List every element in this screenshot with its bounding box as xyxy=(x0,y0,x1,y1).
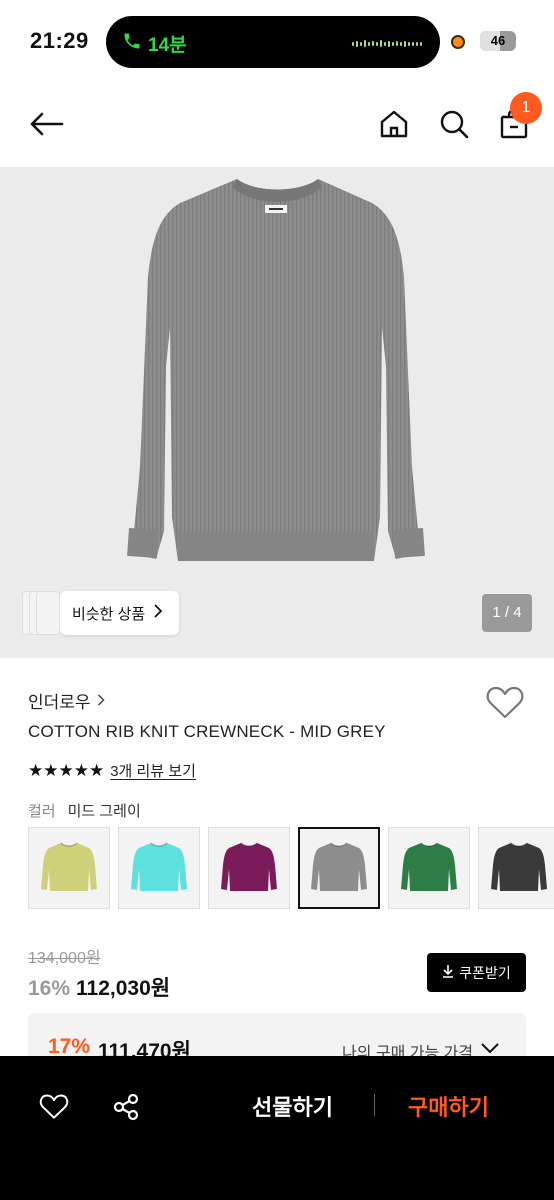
color-swatches xyxy=(28,827,554,909)
brand-link[interactable]: 인더로우 xyxy=(28,688,105,713)
recording-indicator-icon xyxy=(451,35,465,49)
share-icon xyxy=(112,1093,140,1126)
original-price: 134,000원 xyxy=(28,950,101,967)
color-swatch-green[interactable] xyxy=(388,827,470,909)
dynamic-island[interactable]: 14분 xyxy=(106,16,440,68)
heart-icon xyxy=(486,686,524,724)
color-swatch-aqua[interactable] xyxy=(118,827,200,909)
sweater-thumbnail xyxy=(41,842,97,891)
search-button[interactable] xyxy=(434,106,474,146)
sweater-thumbnail xyxy=(491,842,547,891)
product-title: COTTON RIB KNIT CREWNECK - MID GREY xyxy=(28,722,386,741)
color-value: 미드 그레이 xyxy=(67,803,141,820)
download-icon xyxy=(442,964,454,981)
image-pager: 1 / 4 xyxy=(482,594,532,632)
sweater-thumbnail xyxy=(311,842,367,891)
heart-icon xyxy=(39,1094,69,1125)
product-image[interactable] xyxy=(0,167,554,658)
discount-percent: 16% xyxy=(28,977,71,1000)
color-swatch-purple[interactable] xyxy=(208,827,290,909)
like-button[interactable] xyxy=(486,686,524,725)
audio-wave-icon xyxy=(352,40,422,47)
sweater-thumbnail xyxy=(131,842,187,891)
divider xyxy=(374,1094,375,1116)
coupon-label: 쿠폰받기 xyxy=(459,964,511,981)
color-label: 컬러 xyxy=(28,803,56,820)
rating-row: ★★★★★ 3개 리뷰 보기 xyxy=(28,760,196,781)
brand-name: 인더로우 xyxy=(28,693,91,712)
cart-count-badge: 1 xyxy=(510,92,542,124)
sweater-thumbnail xyxy=(401,842,457,891)
color-swatch-mid-grey[interactable] xyxy=(298,827,380,909)
sweater-thumbnail xyxy=(221,842,277,891)
wishlist-button[interactable] xyxy=(34,1089,74,1129)
back-button[interactable] xyxy=(26,106,66,146)
chevron-right-icon xyxy=(97,691,105,711)
sale-price: 112,030원 xyxy=(76,977,171,1000)
home-button[interactable] xyxy=(374,106,414,146)
sale-price-row: 16% 112,030원 xyxy=(28,972,170,1002)
review-link[interactable]: 3개 리뷰 보기 xyxy=(110,760,196,781)
similar-products[interactable]: 비슷한 상품 xyxy=(22,591,180,635)
color-row: 컬러 미드 그레이 xyxy=(28,800,141,821)
color-swatch-charcoal[interactable] xyxy=(478,827,554,909)
gift-button[interactable]: 선물하기 xyxy=(252,1090,333,1122)
color-swatch-yellow[interactable] xyxy=(28,827,110,909)
top-nav xyxy=(0,90,554,164)
bottom-action-bar: 선물하기 구매하기 xyxy=(0,1056,554,1200)
status-time: 21:29 xyxy=(30,28,89,53)
battery-level: 46 xyxy=(490,33,506,48)
similar-thumbnails xyxy=(22,591,60,635)
call-duration: 14분 xyxy=(148,35,187,56)
chevron-right-icon xyxy=(153,604,163,622)
coupon-button[interactable]: 쿠폰받기 xyxy=(427,953,526,992)
similar-products-label: 비슷한 상품 xyxy=(72,605,146,623)
similar-products-button[interactable]: 비슷한 상품 xyxy=(60,591,180,635)
home-icon xyxy=(379,109,409,144)
search-icon xyxy=(439,109,469,144)
sweater-illustration xyxy=(127,179,425,561)
battery-icon: 46 xyxy=(480,31,516,51)
arrow-left-icon xyxy=(28,112,64,141)
share-button[interactable] xyxy=(106,1089,146,1129)
call-indicator: 14분 xyxy=(122,30,187,57)
buy-button[interactable]: 구매하기 xyxy=(408,1090,489,1122)
phone-icon xyxy=(122,31,142,57)
star-rating-icon: ★★★★★ xyxy=(28,760,105,780)
status-bar: 21:29 14분 46 xyxy=(0,0,554,84)
